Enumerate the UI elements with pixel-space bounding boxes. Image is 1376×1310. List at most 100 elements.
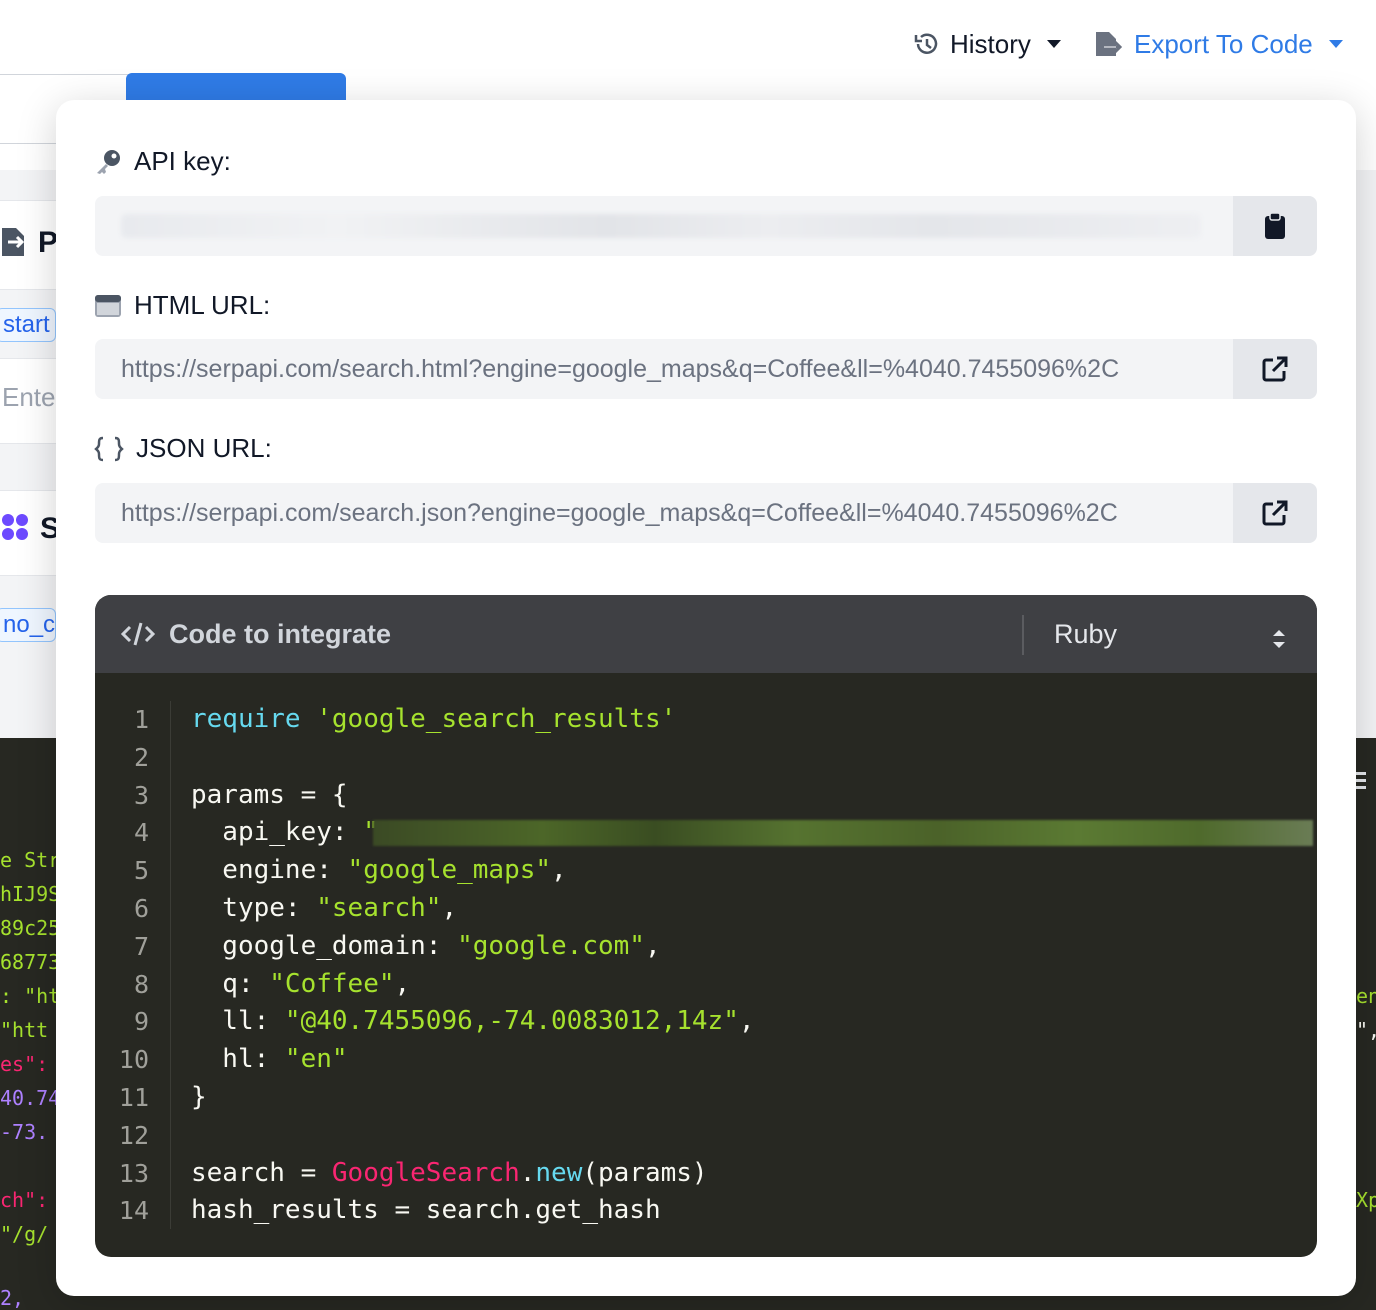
bg-code-fragment: 40.74 bbox=[0, 1086, 61, 1110]
bg-code-fragment: : "ht bbox=[0, 984, 61, 1008]
background-sidebar bbox=[0, 170, 60, 738]
code-token-key: google_domain: bbox=[191, 930, 458, 961]
code-token-comma: , bbox=[394, 968, 411, 999]
line-number: 11 bbox=[118, 1082, 149, 1112]
json-url-field: https://serpapi.com/search.json?engine=g… bbox=[95, 483, 1317, 543]
html-url-label-row: HTML URL: bbox=[94, 290, 270, 321]
bg-code-fragment: "htt bbox=[0, 1018, 49, 1042]
code-token-method: new bbox=[535, 1157, 583, 1188]
export-file-icon bbox=[2, 228, 25, 256]
clipboard-icon bbox=[1265, 212, 1285, 239]
select-updown-icon bbox=[1273, 630, 1285, 648]
code-line: type: "search", bbox=[191, 890, 1317, 928]
line-number: 10 bbox=[118, 1045, 149, 1075]
line-number: 14 bbox=[118, 1196, 149, 1226]
json-url-label: JSON URL: bbox=[136, 433, 272, 463]
bg-code-fragment: -73. bbox=[0, 1120, 49, 1144]
html-url-field: https://serpapi.com/search.html?engine=g… bbox=[95, 339, 1317, 399]
code-line: hl: "en" bbox=[191, 1041, 1317, 1079]
header-divider bbox=[1022, 615, 1024, 655]
line-number: 6 bbox=[133, 893, 149, 923]
bg-code-fragment: ch": bbox=[0, 1188, 49, 1212]
code-line: params = { bbox=[191, 779, 348, 810]
background-heading-1: P bbox=[38, 226, 59, 259]
api-key-value[interactable] bbox=[95, 196, 1233, 256]
code-integration-panel: Code to integrate Ruby 1 2 3 4 5 6 7 8 9 bbox=[95, 595, 1317, 1257]
code-panel-title-text: Code to integrate bbox=[169, 618, 392, 649]
line-number: 9 bbox=[133, 1007, 149, 1037]
code-line: engine: "google_maps", bbox=[191, 852, 1317, 890]
copy-api-key-button[interactable] bbox=[1233, 196, 1317, 256]
bg-code-fragment: e Str bbox=[0, 848, 61, 872]
background-right-strip bbox=[1356, 170, 1376, 738]
code-token-key: api_key: bbox=[191, 817, 364, 848]
background-chip-start: start bbox=[0, 308, 56, 342]
chevron-down-icon bbox=[1046, 40, 1061, 48]
code-token-class: GoogleSearch bbox=[331, 1157, 520, 1188]
background-chip-no-cache: no_ca bbox=[0, 608, 56, 642]
line-number-gutter: 1 2 3 4 5 6 7 8 9 10 11 12 13 14 bbox=[95, 701, 170, 1230]
bg-code-fragment: en bbox=[1356, 984, 1376, 1008]
code-panel-title: Code to integrate bbox=[121, 619, 391, 650]
background-card-2 bbox=[0, 358, 60, 444]
html-url-value[interactable]: https://serpapi.com/search.html?engine=g… bbox=[95, 339, 1233, 399]
serpapi-logo-icon bbox=[2, 514, 28, 540]
bg-code-fragment: "/g/ bbox=[0, 1222, 49, 1246]
file-export-icon bbox=[1096, 32, 1123, 56]
background-input-placeholder: Ente bbox=[2, 382, 56, 412]
api-key-label-row: API key: bbox=[94, 146, 231, 177]
bg-code-fragment: 2, bbox=[0, 1286, 25, 1310]
code-lines: require 'google_search_results' params =… bbox=[191, 701, 1317, 1230]
curly-braces-icon bbox=[94, 436, 124, 461]
code-token-string: "google.com" bbox=[457, 930, 645, 961]
bg-code-fragment: ", bbox=[1356, 1018, 1376, 1042]
export-to-code-dropdown[interactable]: Export To Code bbox=[1094, 26, 1343, 62]
api-key-redacted-code bbox=[373, 820, 1313, 847]
line-number: 12 bbox=[118, 1120, 149, 1150]
bg-code-fragment: es": bbox=[0, 1052, 49, 1076]
code-editor[interactable]: 1 2 3 4 5 6 7 8 9 10 11 12 13 14 require… bbox=[95, 673, 1317, 1257]
background-card-1 bbox=[0, 200, 60, 290]
code-token-comma: , bbox=[738, 1006, 755, 1037]
language-select[interactable]: Ruby bbox=[1054, 595, 1317, 673]
code-line: q: "Coffee", bbox=[191, 966, 1317, 1004]
gutter-divider bbox=[170, 701, 171, 1229]
code-line: search = GoogleSearch.new(params) bbox=[191, 1155, 1317, 1193]
code-token-plain: (params) bbox=[582, 1157, 708, 1188]
code-token-string: 'google_search_results' bbox=[316, 704, 677, 734]
line-number: 7 bbox=[133, 931, 149, 961]
line-number: 2 bbox=[133, 742, 149, 772]
code-token-comma: , bbox=[644, 930, 661, 961]
api-key-label: API key: bbox=[134, 146, 231, 176]
code-token-comma: , bbox=[441, 892, 458, 923]
html-url-label: HTML URL: bbox=[134, 290, 271, 320]
code-token-string: "google_maps" bbox=[347, 855, 552, 886]
code-token-dot: . bbox=[519, 1157, 536, 1188]
export-label: Export To Code bbox=[1134, 28, 1313, 59]
code-token-string: "Coffee" bbox=[269, 968, 395, 999]
code-line: require 'google_search_results' bbox=[191, 701, 1317, 739]
code-token-key: hl: bbox=[191, 1044, 285, 1075]
json-url-value[interactable]: https://serpapi.com/search.json?engine=g… bbox=[95, 483, 1233, 543]
top-bar: History Export To Code bbox=[0, 0, 1376, 88]
code-token-string: "en" bbox=[284, 1044, 348, 1075]
bg-code-fragment: 89c25 bbox=[0, 916, 61, 940]
code-token-keyword: require bbox=[191, 704, 301, 734]
code-token-key: engine: bbox=[191, 855, 348, 886]
line-number: 1 bbox=[133, 705, 149, 734]
line-number: 5 bbox=[133, 856, 149, 886]
code-line: } bbox=[191, 1081, 207, 1112]
json-url-label-row: JSON URL: bbox=[94, 433, 272, 464]
open-json-url-button[interactable] bbox=[1233, 483, 1317, 543]
background-card-3 bbox=[0, 490, 60, 576]
code-line: ll: "@40.7455096,-74.0083012,14z", bbox=[191, 1003, 1317, 1041]
line-number: 3 bbox=[133, 780, 149, 810]
open-html-url-button[interactable] bbox=[1233, 339, 1317, 399]
code-token-key: q: bbox=[191, 968, 270, 999]
code-token-key: type: bbox=[191, 892, 317, 923]
history-icon bbox=[914, 33, 938, 54]
code-panel-header: Code to integrate Ruby bbox=[95, 595, 1317, 673]
history-dropdown[interactable]: History bbox=[914, 26, 1061, 62]
